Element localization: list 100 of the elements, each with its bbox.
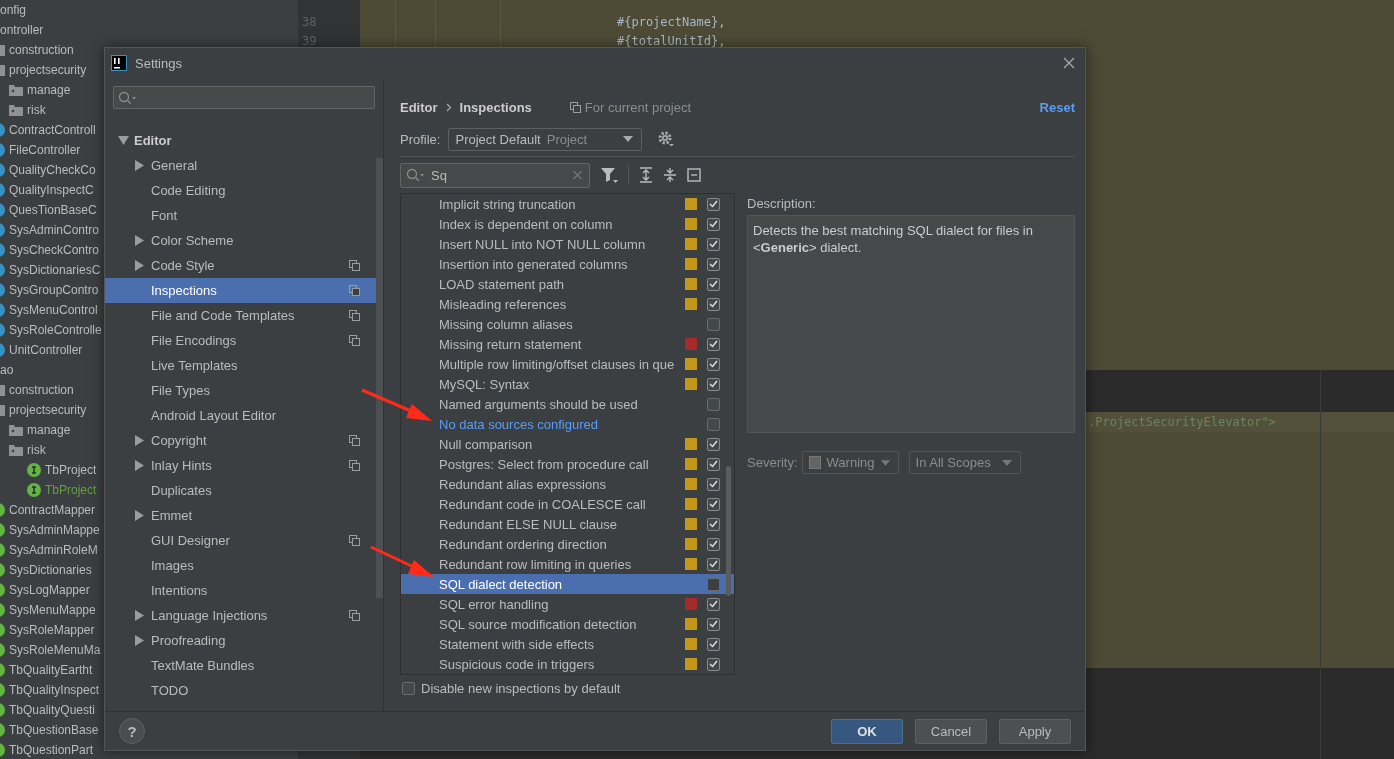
- tree-item[interactable]: construction: [9, 383, 74, 397]
- tree-item[interactable]: ontroller: [0, 23, 44, 37]
- ok-button[interactable]: OK: [831, 718, 903, 744]
- inspection-row[interactable]: Multiple row limiting/offset clauses in que: [401, 354, 734, 374]
- tree-item[interactable]: TbQuestionPart: [9, 743, 94, 757]
- settings-item[interactable]: Intentions: [105, 578, 376, 603]
- settings-item[interactable]: GUI Designer: [105, 528, 376, 553]
- tree-item[interactable]: TbQualityInspect: [9, 683, 100, 697]
- tree-item[interactable]: projectsecurity: [9, 403, 87, 417]
- tree-item[interactable]: construction: [9, 43, 74, 57]
- inspection-row[interactable]: Redundant row limiting in queries: [401, 554, 734, 574]
- inspection-name: Suspicious code in triggers: [439, 656, 596, 672]
- settings-item[interactable]: Color Scheme: [105, 228, 376, 253]
- help-button[interactable]: ?: [119, 718, 145, 744]
- inspection-row[interactable]: No data sources configured: [401, 414, 734, 434]
- inspection-row[interactable]: Redundant alias expressions: [401, 474, 734, 494]
- inspection-row[interactable]: Missing column aliases: [401, 314, 734, 334]
- tree-item[interactable]: FileController: [9, 143, 81, 157]
- tree-item[interactable]: SysCheckContro: [9, 243, 100, 257]
- inspection-row[interactable]: Named arguments should be used: [401, 394, 734, 414]
- tree-item[interactable]: SysGroupContro: [9, 283, 99, 297]
- tree-item[interactable]: risk: [27, 103, 46, 117]
- settings-item[interactable]: File and Code Templates: [105, 303, 376, 328]
- settings-item[interactable]: Code Editing: [105, 178, 376, 203]
- tree-item[interactable]: SysMenuMappe: [9, 603, 96, 617]
- profile-label: Profile:: [400, 131, 441, 147]
- settings-item[interactable]: Images: [105, 553, 376, 578]
- inspection-row[interactable]: Statement with side effects: [401, 634, 734, 654]
- tree-item[interactable]: SysAdminRoleM: [9, 543, 98, 557]
- tree-item[interactable]: QuesTionBaseC: [9, 203, 97, 217]
- inspection-row[interactable]: SQL error handling: [401, 594, 734, 614]
- inspection-row[interactable]: Index is dependent on column: [401, 214, 734, 234]
- breadcrumb[interactable]: Inspections: [459, 99, 532, 115]
- settings-item[interactable]: Language Injections: [105, 603, 376, 628]
- breadcrumb[interactable]: Editor: [400, 99, 438, 115]
- inspection-row[interactable]: Redundant ELSE NULL clause: [401, 514, 734, 534]
- settings-item[interactable]: Android Layout Editor: [105, 403, 376, 428]
- inspection-row[interactable]: SQL dialect detection: [401, 574, 734, 594]
- inspection-row[interactable]: Redundant code in COALESCE call: [401, 494, 734, 514]
- inspection-row[interactable]: Null comparison: [401, 434, 734, 454]
- inspection-row[interactable]: Postgres: Select from procedure call: [401, 454, 734, 474]
- tree-item[interactable]: UnitController: [9, 343, 83, 357]
- tree-item[interactable]: ContractControll: [9, 123, 96, 137]
- filter-field[interactable]: Sq: [400, 162, 590, 188]
- inspection-row[interactable]: Suspicious code in triggers: [401, 654, 734, 674]
- settings-item-label: File Types: [151, 383, 211, 398]
- tree-item[interactable]: ContractMapper: [9, 503, 96, 517]
- tree-item[interactable]: TbProject: [45, 483, 97, 497]
- inspection-row[interactable]: MySQL: Syntax: [401, 374, 734, 394]
- apply-button[interactable]: Apply: [999, 718, 1071, 744]
- settings-item[interactable]: Live Templates: [105, 353, 376, 378]
- tree-item[interactable]: projectsecurity: [9, 63, 87, 77]
- settings-item[interactable]: File Encodings: [105, 328, 376, 353]
- settings-item[interactable]: File Types: [105, 378, 376, 403]
- tree-item[interactable]: manage: [27, 423, 71, 437]
- tree-item[interactable]: SysAdminMappe: [9, 523, 100, 537]
- settings-item-label: Font: [151, 208, 178, 223]
- tree-item[interactable]: SysRoleMapper: [9, 623, 95, 637]
- inspection-row[interactable]: Insertion into generated columns: [401, 254, 734, 274]
- tree-item[interactable]: SysDictionaries: [9, 563, 92, 577]
- settings-item[interactable]: Font: [105, 203, 376, 228]
- inspection-row[interactable]: Insert NULL into NOT NULL column: [401, 234, 734, 254]
- tree-item[interactable]: QualityInspectC: [9, 183, 94, 197]
- profile-dropdown[interactable]: Project Default Project: [448, 127, 643, 151]
- reset-link[interactable]: Reset: [1039, 99, 1075, 115]
- tree-item[interactable]: QualityCheckCo: [9, 163, 96, 177]
- settings-item[interactable]: Emmet: [105, 503, 376, 528]
- tree-item[interactable]: TbQualityQuesti: [9, 703, 96, 717]
- settings-item[interactable]: Proofreading: [105, 628, 376, 653]
- inspection-link[interactable]: No data sources configured: [439, 416, 685, 432]
- tree-item[interactable]: SysLogMapper: [9, 583, 90, 597]
- settings-item[interactable]: Inlay Hints: [105, 453, 376, 478]
- inspection-name: Insert NULL into NOT NULL column: [439, 236, 647, 252]
- tree-item[interactable]: TbQualityEartht: [9, 663, 93, 677]
- inspection-row[interactable]: SQL source modification detection: [401, 614, 734, 634]
- settings-category[interactable]: Editor: [105, 128, 376, 153]
- tree-item[interactable]: SysDictionariesC: [9, 263, 101, 277]
- tree-item[interactable]: TbProject: [45, 463, 97, 477]
- tree-item[interactable]: SysRoleMenuMa: [9, 643, 101, 657]
- settings-item[interactable]: TextMate Bundles: [105, 653, 376, 678]
- settings-item[interactable]: Code Style: [105, 253, 376, 278]
- tree-item[interactable]: SysRoleControlle: [9, 323, 102, 337]
- tree-item[interactable]: risk: [27, 443, 46, 457]
- inspection-row[interactable]: Redundant ordering direction: [401, 534, 734, 554]
- tree-item[interactable]: ao: [0, 363, 14, 377]
- settings-item[interactable]: Duplicates: [105, 478, 376, 503]
- tree-item[interactable]: SysMenuControl: [9, 303, 98, 317]
- settings-item[interactable]: General: [105, 153, 376, 178]
- settings-item[interactable]: TODO: [105, 678, 376, 703]
- inspection-row[interactable]: Misleading references: [401, 294, 734, 314]
- settings-item[interactable]: Inspections: [105, 278, 376, 303]
- cancel-button[interactable]: Cancel: [915, 718, 987, 744]
- tree-item[interactable]: onfig: [0, 3, 27, 17]
- inspection-row[interactable]: LOAD statement path: [401, 274, 734, 294]
- tree-item[interactable]: TbQuestionBase: [9, 723, 99, 737]
- settings-item[interactable]: Copyright: [105, 428, 376, 453]
- tree-item[interactable]: SysAdminContro: [9, 223, 100, 237]
- inspection-row[interactable]: Missing return statement: [401, 334, 734, 354]
- inspection-row[interactable]: Implicit string truncation: [401, 194, 734, 214]
- tree-item[interactable]: manage: [27, 83, 71, 97]
